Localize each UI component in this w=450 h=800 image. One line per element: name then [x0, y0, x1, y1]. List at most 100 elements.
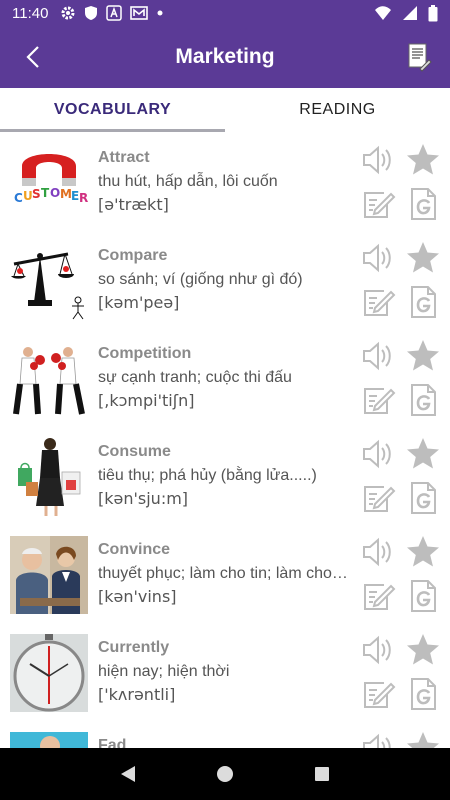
note-edit-icon[interactable]: [360, 284, 396, 320]
word-text: Fad: [98, 736, 350, 748]
speaker-icon[interactable]: [360, 240, 396, 276]
list-item[interactable]: Consume tiêu thụ; phá hủy (bằng lửa.....…: [0, 426, 450, 524]
word-text: Attract thu hút, hấp dẫn, lôi cuốn [ə'tr…: [98, 148, 350, 216]
note-edit-icon[interactable]: [360, 186, 396, 222]
word-meaning: thuyết phục; làm cho tin; làm cho nhận t…: [98, 565, 350, 582]
boxing-businessmen-image: [10, 340, 88, 418]
tab-vocabulary-label: VOCABULARY: [53, 101, 172, 118]
svg-text:O: O: [50, 186, 60, 200]
list-item[interactable]: C U S T O M E R Attract thu hút, hấp dẫn…: [0, 132, 450, 230]
status-system-icons: [374, 4, 438, 22]
svg-text:C: C: [14, 191, 23, 205]
word-list[interactable]: C U S T O M E R Attract thu hút, hấp dẫn…: [0, 132, 450, 748]
document-icon: [408, 43, 432, 72]
tab-reading-label: READING: [299, 101, 376, 118]
system-nav-bar: [0, 748, 450, 800]
star-icon[interactable]: [405, 338, 441, 374]
list-item[interactable]: Currently hiện nay; hiện thời ['kʌrəntli…: [0, 622, 450, 720]
word-pronunciation: [ə'trækt]: [98, 195, 169, 214]
home-circle-icon: [216, 766, 233, 782]
speaker-icon[interactable]: [360, 632, 396, 668]
clock-present-image: [10, 634, 88, 712]
document-button[interactable]: [406, 42, 432, 72]
speaker-icon[interactable]: [360, 436, 396, 472]
note-edit-icon[interactable]: [360, 676, 396, 712]
word-pronunciation: [kəm'peə]: [98, 293, 180, 312]
star-icon[interactable]: [405, 730, 441, 748]
word-title: Attract: [98, 149, 150, 166]
page-title: Marketing: [175, 45, 275, 68]
word-meaning: hiện nay; hiện thời: [98, 663, 230, 680]
svg-text:S: S: [32, 187, 41, 201]
tab-bar: VOCABULARY READING: [0, 88, 450, 132]
speaker-icon[interactable]: [360, 534, 396, 570]
list-item[interactable]: Fad: [0, 720, 450, 748]
recents-square-icon: [314, 767, 329, 781]
star-icon[interactable]: [405, 534, 441, 570]
list-item[interactable]: Competition sự cạnh tranh; cuộc thi đấu …: [0, 328, 450, 426]
star-icon[interactable]: [405, 142, 441, 178]
meeting-people-image: [10, 536, 88, 614]
list-item[interactable]: Compare so sánh; ví (giống như gì đó) [k…: [0, 230, 450, 328]
shield-icon: [84, 5, 98, 21]
chevron-left-icon: [26, 46, 39, 68]
note-edit-icon[interactable]: [360, 480, 396, 516]
word-title: Competition: [98, 345, 192, 362]
gear-icon: [60, 5, 76, 21]
status-time: 11:40: [12, 4, 49, 22]
word-pronunciation: ['kʌrəntli]: [98, 685, 176, 704]
signal-icon: [402, 5, 418, 21]
word-title: Compare: [98, 247, 168, 264]
nav-recents-button[interactable]: [307, 759, 337, 789]
app-bar: Marketing: [0, 26, 450, 88]
word-text: Compare so sánh; ví (giống như gì đó) [k…: [98, 246, 350, 314]
google-doc-icon[interactable]: [405, 676, 441, 712]
partial-image: [10, 732, 88, 748]
word-title: Currently: [98, 639, 170, 656]
word-meaning: so sánh; ví (giống như gì đó): [98, 271, 303, 288]
google-doc-icon[interactable]: [405, 480, 441, 516]
google-doc-icon[interactable]: [405, 382, 441, 418]
tab-reading[interactable]: READING: [225, 88, 450, 132]
google-doc-icon[interactable]: [405, 186, 441, 222]
svg-text:T: T: [41, 186, 50, 200]
star-icon[interactable]: [405, 240, 441, 276]
word-meaning: thu hút, hấp dẫn, lôi cuốn: [98, 173, 278, 190]
word-title: Consume: [98, 443, 171, 460]
word-pronunciation: [kən'vins]: [98, 587, 177, 606]
nav-back-button[interactable]: [113, 759, 143, 789]
word-text: Consume tiêu thụ; phá hủy (bằng lửa.....…: [98, 442, 350, 510]
word-pronunciation: [,kɔmpi'tiʃn]: [98, 391, 195, 410]
svg-text:R: R: [79, 191, 88, 205]
battery-icon: [428, 4, 438, 22]
word-title: Convince: [98, 541, 171, 558]
speaker-icon[interactable]: [360, 338, 396, 374]
status-notification-icons: [60, 5, 164, 21]
wifi-icon: [374, 5, 392, 21]
star-icon[interactable]: [405, 632, 441, 668]
nav-home-button[interactable]: [210, 759, 240, 789]
note-edit-icon[interactable]: [360, 382, 396, 418]
back-triangle-icon: [121, 766, 136, 782]
shopping-bags-image: [10, 438, 88, 516]
status-bar: 11:40: [0, 0, 450, 26]
a-icon: [106, 5, 123, 21]
word-meaning: tiêu thụ; phá hủy (bằng lửa.....): [98, 467, 317, 484]
word-text: Currently hiện nay; hiện thời ['kʌrəntli…: [98, 638, 350, 706]
note-edit-icon[interactable]: [360, 578, 396, 614]
word-text: Competition sự cạnh tranh; cuộc thi đấu …: [98, 344, 350, 412]
google-doc-icon[interactable]: [405, 578, 441, 614]
word-meaning: sự cạnh tranh; cuộc thi đấu: [98, 369, 292, 386]
star-icon[interactable]: [405, 436, 441, 472]
back-button[interactable]: [18, 42, 48, 72]
google-doc-icon[interactable]: [405, 284, 441, 320]
tab-vocabulary[interactable]: VOCABULARY: [0, 88, 225, 132]
mail-icon: [130, 5, 149, 21]
word-text: Convince thuyết phục; làm cho tin; làm c…: [98, 540, 350, 608]
speaker-icon[interactable]: [360, 142, 396, 178]
speaker-icon[interactable]: [360, 730, 396, 748]
list-item[interactable]: Convince thuyết phục; làm cho tin; làm c…: [0, 524, 450, 622]
word-title: Fad: [98, 737, 127, 748]
balance-scale-image: [10, 242, 88, 320]
magnet-customer-image: C U S T O M E R: [10, 144, 88, 222]
